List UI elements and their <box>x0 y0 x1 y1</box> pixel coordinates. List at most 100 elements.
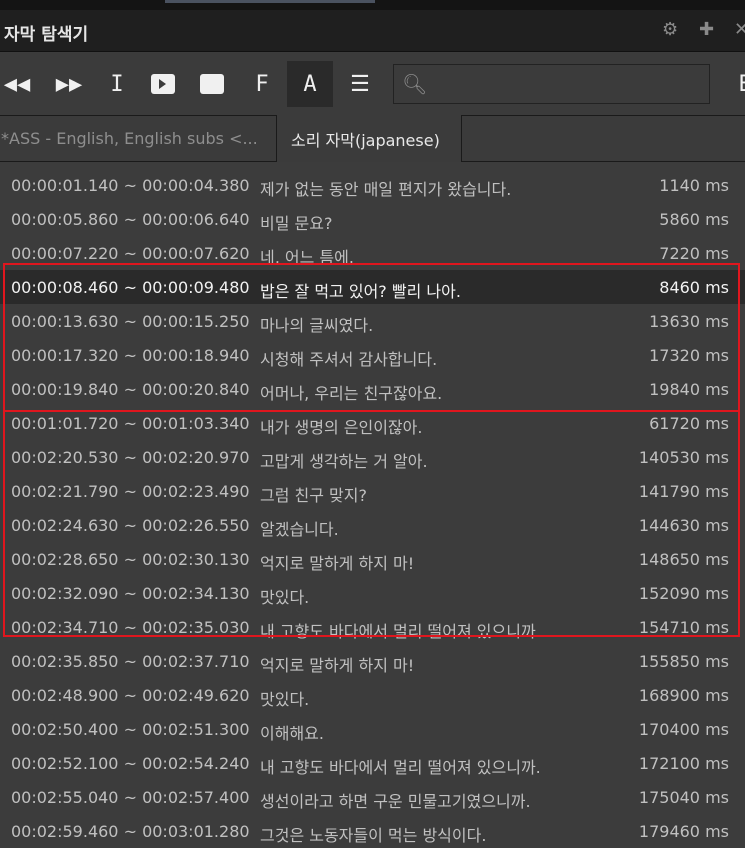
row-text: 제가 없는 동안 매일 편지가 왔습니다. <box>260 180 512 199</box>
subtitle-row[interactable]: 00:02:20.530 ~ 00:02:20.970 고맙게 생각하는 거 알아… <box>0 440 745 474</box>
subtitle-row[interactable]: 00:02:59.460 ~ 00:03:01.280 그것은 노동자들이 먹는 … <box>0 814 745 848</box>
row-text: 그럼 친구 맞지? <box>260 486 367 505</box>
menu-icon: ☰ <box>350 71 370 97</box>
subtitle-row[interactable]: 00:02:52.100 ~ 00:02:54.240 내 고향도 바다에서 멀리… <box>0 746 745 780</box>
gear-icon[interactable]: ⚙ <box>662 19 678 40</box>
row-time: 00:02:24.630 ~ 00:02:26.550 <box>11 516 250 535</box>
subtitle-row[interactable]: 00:02:34.710 ~ 00:02:35.030 내 고향도 바다에서 멀리… <box>0 610 745 644</box>
subtitle-row[interactable]: 00:02:21.790 ~ 00:02:23.490 그럼 친구 맞지? 1417… <box>0 474 745 508</box>
f-label: F <box>255 71 269 97</box>
row-time: 00:02:34.710 ~ 00:02:35.030 <box>11 618 250 637</box>
row-ms: 13630 ms <box>649 312 729 331</box>
row-ms: 168900 ms <box>638 686 729 705</box>
row-text: 생선이라고 하면 구운 민물고기였으니까. <box>260 792 531 811</box>
close-icon[interactable]: ✕ <box>734 19 745 40</box>
fast-forward-icon: ▶▶ <box>55 71 83 97</box>
row-text: 밥은 잘 먹고 있어? 빨리 나아. <box>260 282 461 301</box>
row-time: 00:02:55.040 ~ 00:02:57.400 <box>11 788 250 807</box>
play-icon <box>151 74 175 94</box>
row-ms: 152090 ms <box>638 584 729 603</box>
row-ms: 8460 ms <box>659 278 729 297</box>
row-text: 이해해요. <box>260 724 324 743</box>
row-time: 00:01:01.720 ~ 00:01:03.340 <box>11 414 250 433</box>
row-time: 00:00:13.630 ~ 00:00:15.250 <box>11 312 250 331</box>
pin-icon[interactable]: ✚ <box>699 19 714 40</box>
subtitle-row[interactable]: 00:02:50.400 ~ 00:02:51.300 이해해요. 170400 m… <box>0 712 745 746</box>
row-ms: 61720 ms <box>649 414 729 433</box>
row-ms: 172100 ms <box>638 754 729 773</box>
stop-button[interactable] <box>189 61 235 107</box>
tab-empty[interactable] <box>461 115 745 162</box>
tab-label: 소리 자막(japanese) <box>291 130 440 150</box>
row-ms: 140530 ms <box>638 448 729 467</box>
subtitle-row[interactable]: 00:02:48.900 ~ 00:02:49.620 맛있다. 168900 ms <box>0 678 745 712</box>
subtitle-row[interactable]: 00:00:13.630 ~ 00:00:15.250 마나의 글씨였다. 1363… <box>0 304 745 338</box>
row-text: 어머나, 우리는 친구잖아요. <box>260 384 443 403</box>
row-ms: 19840 ms <box>649 380 729 399</box>
toolbar: ◀◀ ▶▶ I F A ☰ 🔍︎ E <box>0 53 745 115</box>
play-button[interactable] <box>140 61 186 107</box>
row-time: 00:00:17.320 ~ 00:00:18.940 <box>11 346 250 365</box>
row-ms: 141790 ms <box>638 482 729 501</box>
row-time: 00:00:07.220 ~ 00:00:07.620 <box>11 244 250 263</box>
row-text: 네, 어느 틈에. <box>260 248 354 267</box>
e-label: E <box>738 72 745 97</box>
menu-button[interactable]: ☰ <box>337 61 383 107</box>
subtitle-row[interactable]: 00:00:01.140 ~ 00:00:04.380 제가 없는 동안 매일 편… <box>0 168 745 202</box>
row-time: 00:02:35.850 ~ 00:02:37.710 <box>11 652 250 671</box>
subtitle-row[interactable]: 00:02:35.850 ~ 00:02:37.710 억지로 말하게 하지 마!… <box>0 644 745 678</box>
row-time: 00:00:05.860 ~ 00:00:06.640 <box>11 210 250 229</box>
stop-icon <box>200 74 224 94</box>
row-time: 00:02:59.460 ~ 00:03:01.280 <box>11 822 250 841</box>
rewind-icon: ◀◀ <box>3 71 31 97</box>
subtitle-row[interactable]: 00:00:19.840 ~ 00:00:20.840 어머나, 우리는 친구잖아… <box>0 372 745 406</box>
tab-english[interactable]: *ASS - English, English subs <... <box>0 115 277 162</box>
row-text: 시청해 주셔서 감사합니다. <box>260 350 438 369</box>
row-text: 그것은 노동자들이 먹는 방식이다. <box>260 826 487 845</box>
search-input[interactable]: 🔍︎ <box>393 64 710 104</box>
subtitle-row[interactable]: 00:02:24.630 ~ 00:02:26.550 알겠습니다. 144630 … <box>0 508 745 542</box>
subtitle-list[interactable]: 00:00:01.140 ~ 00:00:04.380 제가 없는 동안 매일 편… <box>0 168 745 848</box>
row-text: 고맙게 생각하는 거 알아. <box>260 452 428 471</box>
row-ms: 154710 ms <box>638 618 729 637</box>
text-cursor-icon: I <box>110 71 124 97</box>
row-ms: 144630 ms <box>638 516 729 535</box>
subtitle-row[interactable]: 00:00:17.320 ~ 00:00:18.940 시청해 주셔서 감사합니다… <box>0 338 745 372</box>
a-button[interactable]: A <box>287 61 333 107</box>
row-time: 00:00:19.840 ~ 00:00:20.840 <box>11 380 250 399</box>
subtitle-row[interactable]: 00:02:55.040 ~ 00:02:57.400 생선이라고 하면 구운 민… <box>0 780 745 814</box>
subtitle-row[interactable]: 00:02:32.090 ~ 00:02:34.130 맛있다. 152090 ms <box>0 576 745 610</box>
f-button[interactable]: F <box>239 61 285 107</box>
row-ms: 5860 ms <box>659 210 729 229</box>
search-icon: 🔍︎ <box>402 72 428 96</box>
row-ms: 170400 ms <box>638 720 729 739</box>
window-title: 자막 탐색기 <box>4 25 89 45</box>
tab-bar: *ASS - English, English subs <... 소리 자막(… <box>0 115 745 162</box>
subtitle-row[interactable]: 00:00:05.860 ~ 00:00:06.640 비밀 문요? 5860 ms <box>0 202 745 236</box>
previous-button[interactable]: ◀◀ <box>0 61 40 107</box>
row-text: 마나의 글씨였다. <box>260 316 374 335</box>
row-time: 00:02:28.650 ~ 00:02:30.130 <box>11 550 250 569</box>
subtitle-row[interactable]: 00:02:28.650 ~ 00:02:30.130 억지로 말하게 하지 마!… <box>0 542 745 576</box>
row-ms: 179460 ms <box>638 822 729 841</box>
row-text: 내 고향도 바다에서 멀리 떨어져 있으니까. <box>260 758 541 777</box>
next-button[interactable]: ▶▶ <box>46 61 92 107</box>
text-cursor-button[interactable]: I <box>94 61 140 107</box>
row-ms: 17320 ms <box>649 346 729 365</box>
row-text: 비밀 문요? <box>260 214 333 233</box>
row-ms: 1140 ms <box>659 176 729 195</box>
title-bar: 자막 탐색기 ⚙ ✚ ✕ <box>0 10 745 52</box>
row-time: 00:02:48.900 ~ 00:02:49.620 <box>11 686 250 705</box>
tab-japanese[interactable]: 소리 자막(japanese) <box>291 115 440 162</box>
row-text: 알겠습니다. <box>260 520 339 539</box>
a-label: A <box>303 71 317 97</box>
subtitle-row[interactable]: 00:01:01.720 ~ 00:01:03.340 내가 생명의 은인이잖아.… <box>0 406 745 440</box>
subtitle-row[interactable]: 00:00:08.460 ~ 00:00:09.480 밥은 잘 먹고 있어? 빨… <box>0 270 745 304</box>
row-time: 00:00:01.140 ~ 00:00:04.380 <box>11 176 250 195</box>
row-time: 00:02:50.400 ~ 00:02:51.300 <box>11 720 250 739</box>
subtitle-row[interactable]: 00:00:07.220 ~ 00:00:07.620 네, 어느 틈에. 7220… <box>0 236 745 270</box>
row-ms: 175040 ms <box>638 788 729 807</box>
row-text: 억지로 말하게 하지 마! <box>260 554 415 573</box>
row-ms: 155850 ms <box>638 652 729 671</box>
e-button[interactable]: E <box>722 61 745 107</box>
